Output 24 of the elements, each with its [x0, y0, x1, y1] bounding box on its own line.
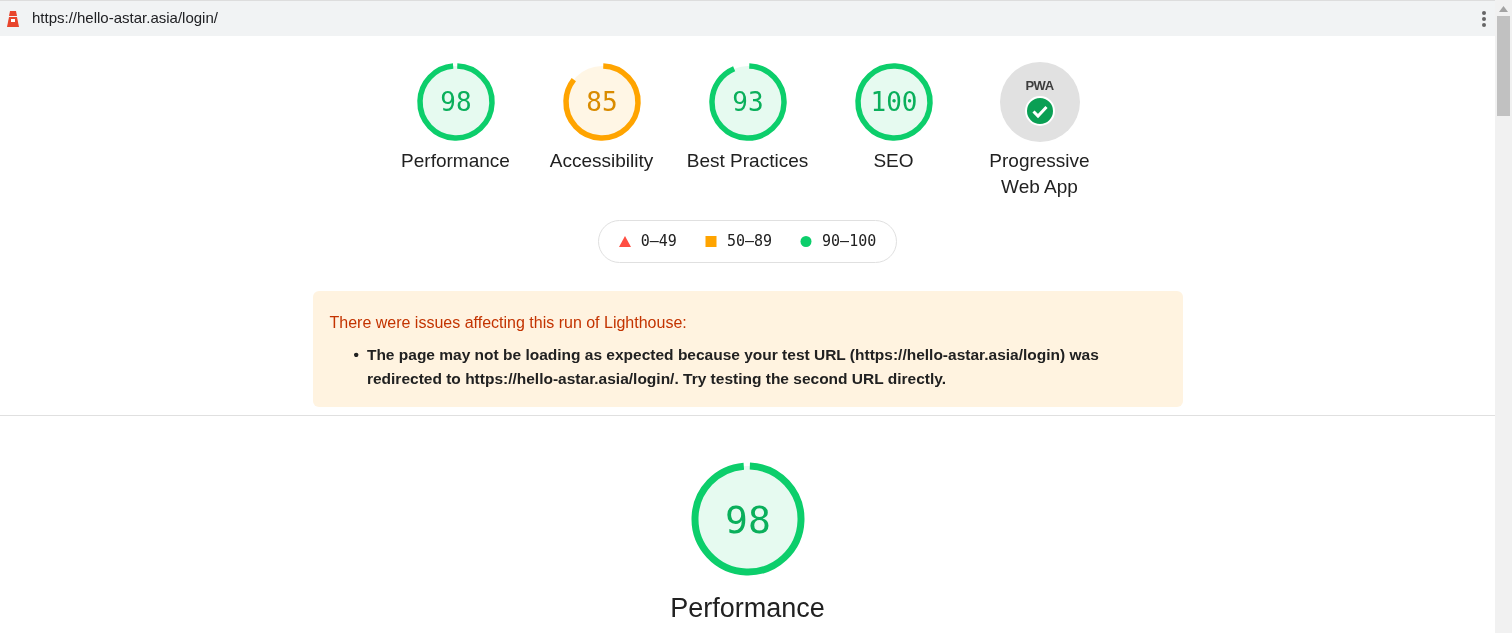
- menu-icon[interactable]: [1481, 9, 1487, 28]
- category-title: Performance: [670, 591, 825, 625]
- warning-title: There were issues affecting this run of Lighthouse:: [329, 312, 688, 333]
- score-number: 93: [731, 87, 764, 118]
- category-label: Progressive Web App: [988, 149, 1091, 199]
- legend-range: 0–49: [640, 231, 677, 252]
- bullet: •: [353, 344, 359, 365]
- category-label: SEO: [873, 149, 914, 173]
- score-number: 85: [585, 87, 618, 118]
- pwa-logo: PWA: [1025, 78, 1054, 92]
- category-label: Performance: [401, 149, 510, 173]
- score-number: 98: [439, 87, 472, 118]
- warning-message: The page may not be loading as expected because your test URL (https://hello-astar.asia/login) was redirected to https://hello-astar.asia/login/. Try testing the second URL directly.: [366, 344, 1100, 389]
- legend-range: 50–89: [726, 231, 773, 252]
- lighthouse-icon: [6, 9, 20, 28]
- scroll-up-icon[interactable]: [1499, 6, 1508, 12]
- page-url: https://hello-astar.asia/login/: [32, 8, 219, 29]
- check-icon: [1024, 95, 1055, 126]
- scrollbar-thumb[interactable]: [1497, 16, 1510, 116]
- legend-range: 90–100: [822, 231, 877, 252]
- score-number: 100: [870, 87, 917, 118]
- category-label: Best Practices: [686, 149, 809, 173]
- category-label: Accessibility: [549, 149, 654, 173]
- score-number: 98: [724, 497, 771, 542]
